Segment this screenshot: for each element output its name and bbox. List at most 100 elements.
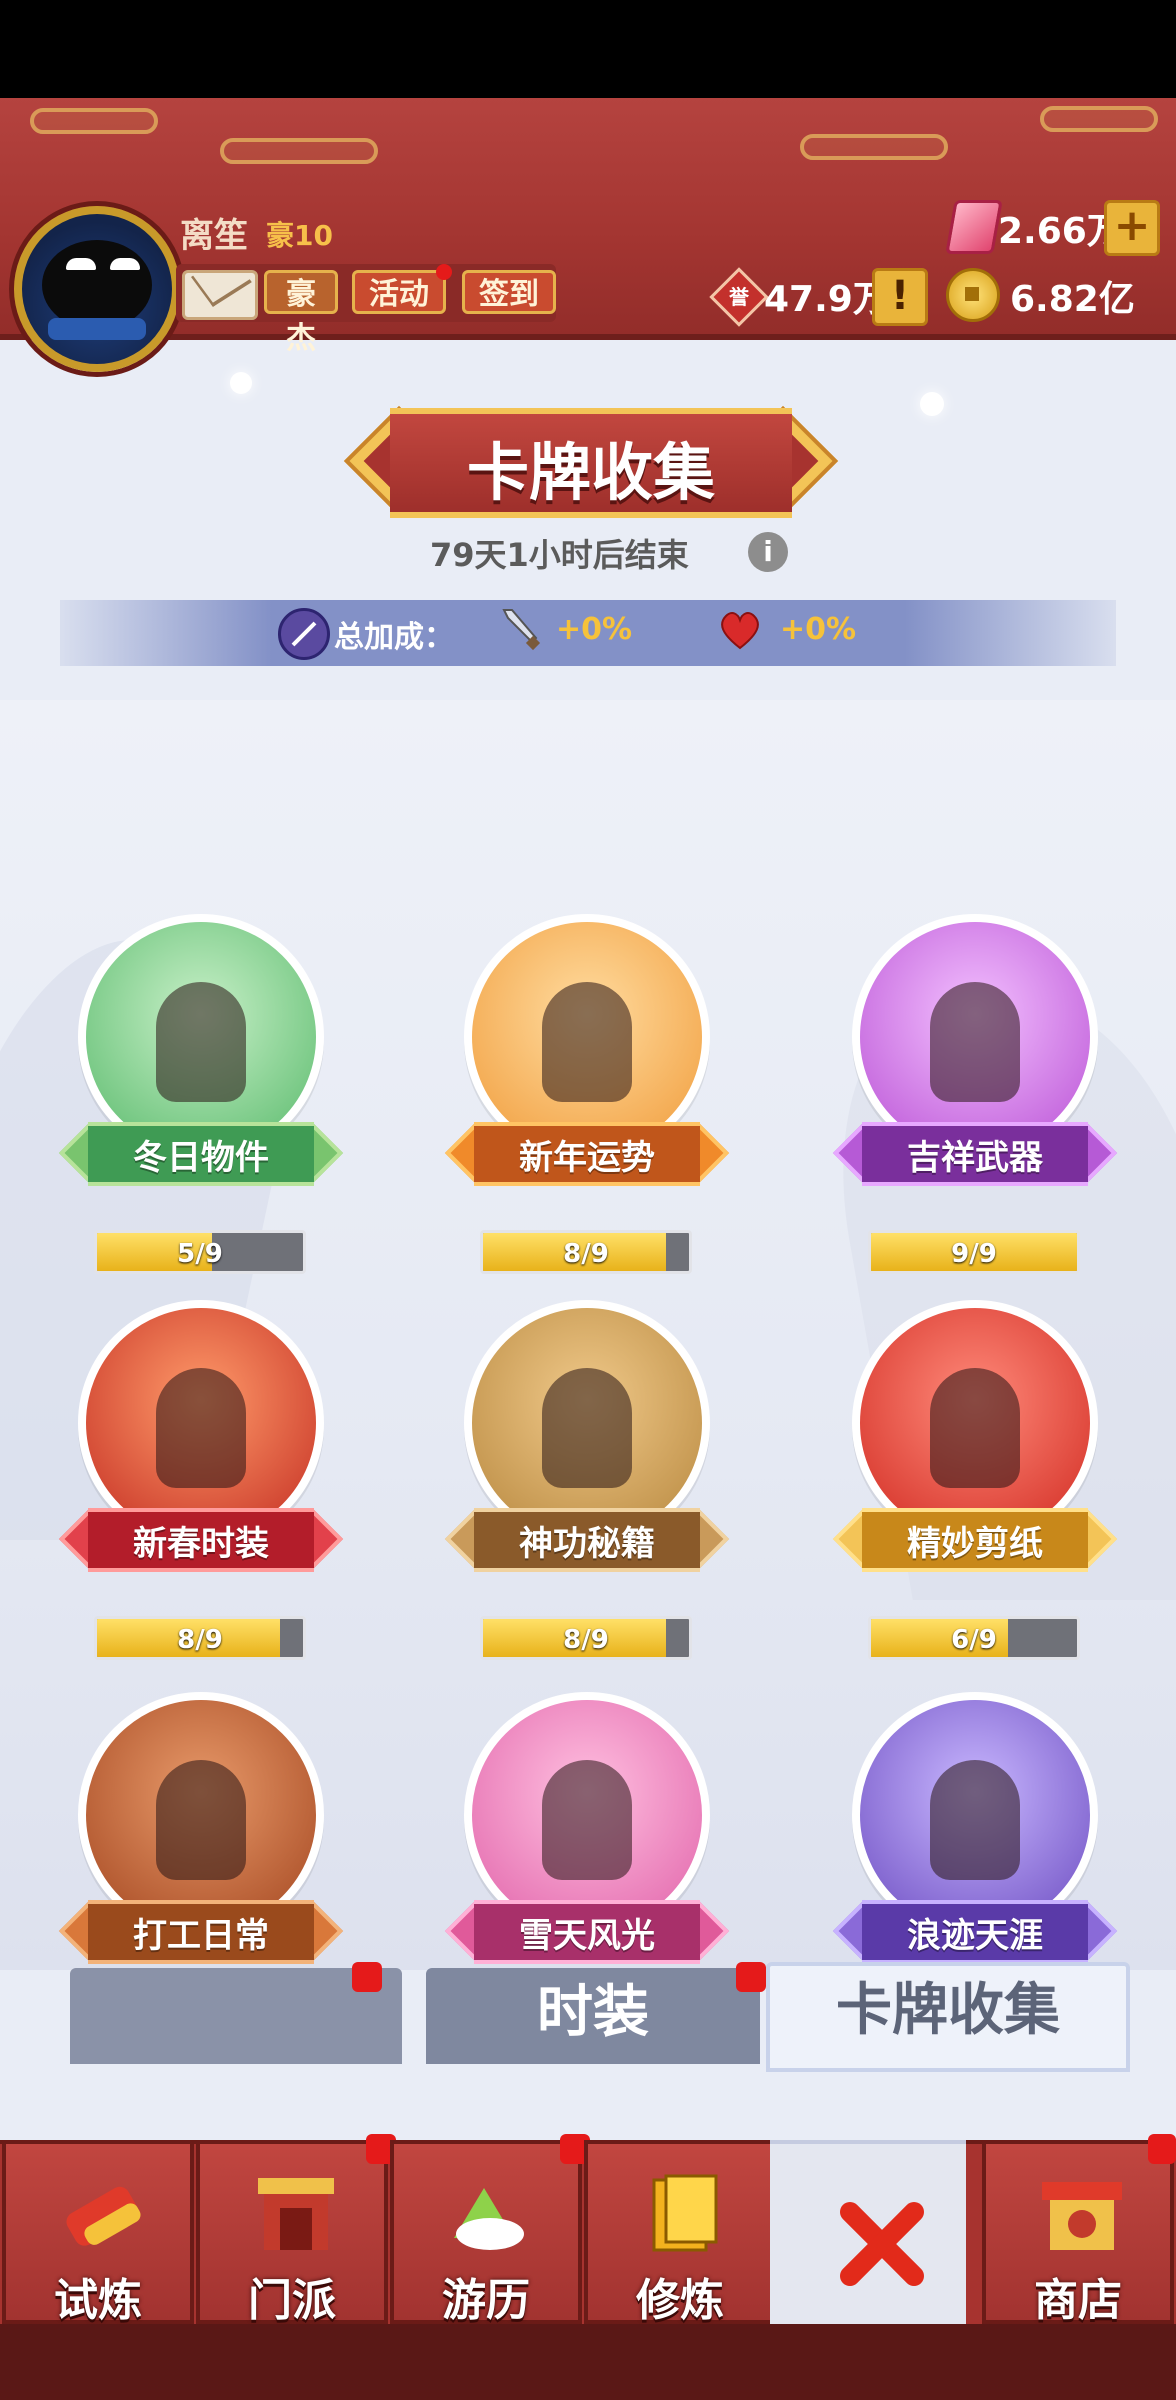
card-name: 神功秘籍 xyxy=(519,1524,655,1564)
card-figure xyxy=(156,1760,246,1880)
card-name: 吉祥武器 xyxy=(907,1138,1043,1178)
hero-button[interactable]: 豪杰 xyxy=(264,270,338,356)
card-label-ribbon: 浪迹天涯 xyxy=(832,1899,1118,1964)
card-progress-bar: 8/9 xyxy=(480,1230,692,1274)
card-name: 新春时装 xyxy=(133,1524,269,1564)
card-figure xyxy=(542,982,632,1102)
card-label-ribbon: 吉祥武器 xyxy=(832,1121,1118,1186)
progress-text: 6/9 xyxy=(951,1625,997,1655)
bottom-strip xyxy=(0,2324,1176,2400)
collection-card[interactable]: 冬日物件 5/9 xyxy=(58,914,344,1274)
card-label-ribbon: 打工日常 xyxy=(58,1899,344,1964)
card-collection-area[interactable]: 冬日物件 5/9 新年运势 8/9 吉祥武器 9/9 新春时装 8/9 神功秘籍 8/9 精妙剪纸 6… xyxy=(0,700,1176,1970)
collection-card[interactable]: 浪迹天涯3/9 xyxy=(832,1692,1118,1970)
progress-text: 5/9 xyxy=(177,1239,223,1269)
nav-sect[interactable]: 门派 xyxy=(196,2140,388,2326)
progress-text: 8/9 xyxy=(177,1625,223,1655)
tab-fashion[interactable]: 时装 xyxy=(426,1968,760,2064)
nav-travel[interactable]: 游历 xyxy=(390,2140,582,2326)
card-figure xyxy=(542,1760,632,1880)
eye xyxy=(110,258,140,270)
card-figure xyxy=(930,982,1020,1102)
attack-icon xyxy=(500,606,542,652)
nav-trial[interactable]: 试炼 xyxy=(2,2140,194,2326)
card-name: 新年运势 xyxy=(519,1138,655,1178)
player-rank: 豪10 xyxy=(266,219,333,252)
eye xyxy=(66,258,96,270)
card-name: 浪迹天涯 xyxy=(907,1916,1043,1956)
notification-dot xyxy=(352,1962,382,1992)
progress-text: 9/9 xyxy=(951,1239,997,1269)
card-progress-bar: 8/9 xyxy=(480,1616,692,1660)
collection-card[interactable]: 新年运势 8/9 xyxy=(444,914,730,1274)
nav-label: 游历 xyxy=(442,2275,530,2326)
nav-label: 修炼 xyxy=(636,2275,724,2326)
cloud-ornament xyxy=(30,108,158,134)
book-icon xyxy=(652,2174,718,2252)
notification-dot xyxy=(736,1962,766,1992)
ninja-face xyxy=(42,240,152,330)
card-progress-bar: 5/9 xyxy=(94,1230,306,1274)
card-name: 精妙剪纸 xyxy=(907,1524,1043,1564)
card-figure xyxy=(930,1760,1020,1880)
info-icon[interactable]: i xyxy=(748,532,788,572)
attack-bonus-value: +0% xyxy=(556,612,633,647)
scarf xyxy=(48,318,146,340)
snow-particle xyxy=(920,392,944,416)
card-label-ribbon: 新春时装 xyxy=(58,1507,344,1572)
collection-card[interactable]: 神功秘籍 8/9 xyxy=(444,1300,730,1660)
card-progress-bar: 8/9 xyxy=(94,1616,306,1660)
nav-shop[interactable]: 商店 xyxy=(982,2140,1174,2326)
card-name: 打工日常 xyxy=(133,1916,269,1956)
player-avatar[interactable] xyxy=(14,206,180,372)
card-progress-bar: 9/9 xyxy=(868,1230,1080,1274)
card-progress-bar: 6/9 xyxy=(868,1616,1080,1660)
scroll-icon xyxy=(66,2186,141,2246)
card-label-ribbon: 神功秘籍 xyxy=(444,1507,730,1572)
collection-card[interactable]: 吉祥武器 9/9 xyxy=(832,914,1118,1274)
gem-icon xyxy=(945,200,1003,254)
honor-icon-glyph: 誉 xyxy=(729,285,749,309)
tab-card-collection[interactable]: 卡牌收集 xyxy=(766,1962,1130,2072)
card-figure xyxy=(156,982,246,1102)
add-gems-button[interactable]: + xyxy=(1104,200,1160,256)
notification-dot xyxy=(436,264,452,280)
card-name: 冬日物件 xyxy=(133,1138,269,1178)
notification-dot xyxy=(1148,2134,1176,2164)
shop-icon xyxy=(1042,2182,1122,2250)
bonus-sword-icon xyxy=(278,608,330,660)
cloud-ornament xyxy=(220,138,378,164)
snow-particle xyxy=(230,372,252,394)
honor-amount: 47.9万 xyxy=(764,279,889,320)
collection-card[interactable]: 雪天风光2/9 xyxy=(444,1692,730,1970)
hp-bonus-value: +0% xyxy=(780,612,857,647)
card-label-ribbon: 精妙剪纸 xyxy=(832,1507,1118,1572)
collection-card[interactable]: 打工日常5/9 xyxy=(58,1692,344,1970)
card-name: 雪天风光 xyxy=(519,1916,655,1956)
bonus-label: 总加成： xyxy=(334,620,454,655)
activity-button[interactable]: 活动 xyxy=(352,270,446,314)
heart-icon xyxy=(718,610,762,650)
coin-icon xyxy=(946,268,1000,322)
progress-text: 8/9 xyxy=(563,1239,609,1269)
nav-label: 试炼 xyxy=(54,2275,142,2326)
card-label-ribbon: 冬日物件 xyxy=(58,1121,344,1186)
status-bar xyxy=(0,0,1176,98)
alert-icon[interactable]: ! xyxy=(872,268,928,326)
checkin-button[interactable]: 签到 xyxy=(462,270,556,314)
coin-amount: 6.82亿 xyxy=(1010,279,1135,320)
collection-card[interactable]: 新春时装 8/9 xyxy=(58,1300,344,1660)
title-banner: 卡牌收集 xyxy=(343,405,839,518)
mail-icon[interactable] xyxy=(182,252,258,320)
nav-train[interactable]: 修炼 xyxy=(584,2140,776,2326)
card-label-ribbon: 新年运势 xyxy=(444,1121,730,1186)
cloud-ornament xyxy=(800,134,948,160)
page-title: 卡牌收集 xyxy=(466,436,715,509)
close-icon[interactable] xyxy=(834,2196,930,2292)
nav-label: 商店 xyxy=(1034,2275,1122,2326)
card-figure xyxy=(156,1368,246,1488)
event-countdown: 79天1小时后结束 xyxy=(430,536,689,574)
cloud-ornament xyxy=(1040,106,1158,132)
gate-icon xyxy=(258,2178,334,2250)
collection-card[interactable]: 精妙剪纸 6/9 xyxy=(832,1300,1118,1660)
